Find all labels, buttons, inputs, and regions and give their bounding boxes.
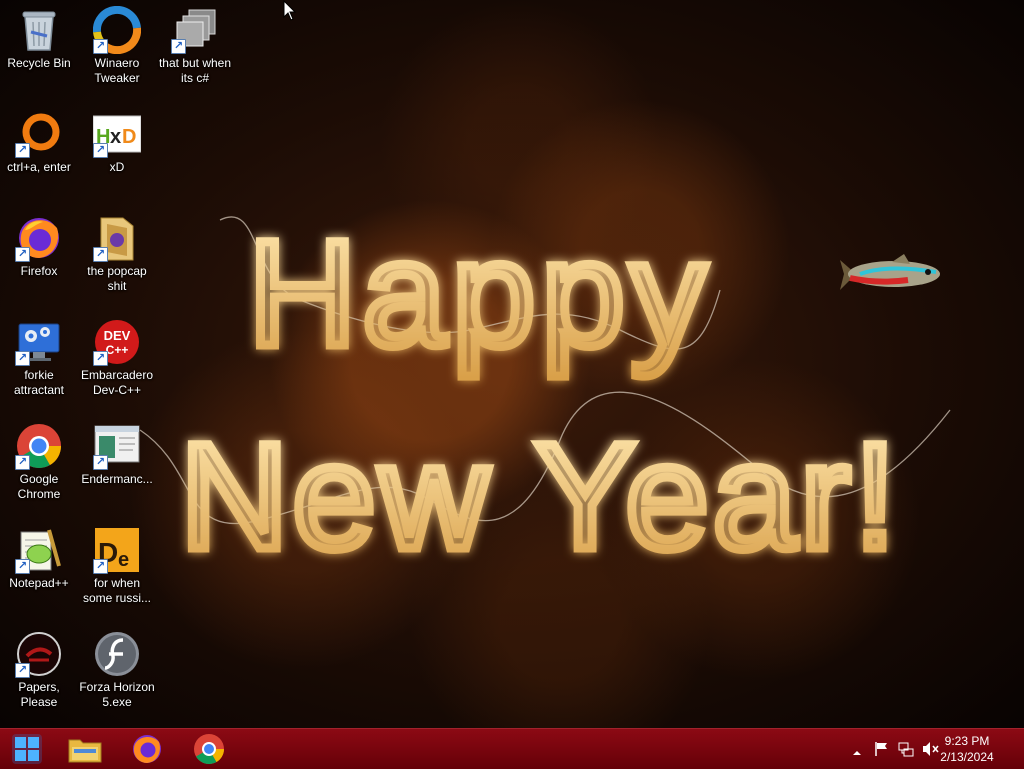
svg-text:DEV: DEV [104, 328, 131, 343]
shortcut-arrow-icon: ↗ [15, 351, 30, 366]
shortcut-arrow-icon: ↗ [15, 247, 30, 262]
svg-text:x: x [110, 126, 121, 148]
desktop-icon-label: forkie attractant [13, 368, 65, 397]
desktop-icon-label: Recycle Bin [7, 56, 71, 70]
network-icon[interactable] [898, 741, 914, 761]
svg-text:C++: C++ [106, 343, 129, 357]
taskbar-file-explorer[interactable] [58, 731, 112, 767]
hxd-icon: H x D ↗ [92, 110, 142, 158]
notepadpp-icon: ↗ [15, 526, 63, 574]
desktop-icon-google-chrome[interactable]: ↗ Google Chrome [0, 416, 78, 502]
stacked-windows-icon: ↗ [171, 6, 219, 54]
chrome-icon [194, 734, 224, 765]
clock-date: 2/13/2024 [940, 750, 994, 764]
desktop-icon-label: for when some russi... [82, 576, 151, 605]
desktop-icon-label: Notepad++ [9, 576, 69, 590]
desktop-icon-label: Forza Horizon 5.exe [79, 680, 155, 709]
desktop-icon-xd[interactable]: H x D ↗ xD [78, 104, 156, 175]
desktop-icon-label: the popcap shit [87, 264, 147, 293]
desktop-icon-ctrl-a-enter[interactable]: ↗ ctrl+a, enter [0, 104, 78, 175]
shortcut-arrow-icon: ↗ [15, 455, 30, 470]
desktop-icon-label: Endermanc... [81, 472, 153, 486]
de-icon: D e ↗ [93, 526, 141, 574]
desktop-icon-label: Winaero Tweaker [94, 56, 140, 85]
flash-icon [93, 630, 141, 678]
shortcut-arrow-icon: ↗ [15, 143, 30, 158]
desktop-icon-notepadpp[interactable]: ↗ Notepad++ [0, 520, 78, 591]
papers-please-icon: ↗ [15, 630, 63, 678]
desktop-icon-label: Firefox [20, 264, 58, 278]
desktop-icon-that-but-when-its-csharp[interactable]: ↗ that but when its c# [156, 0, 234, 86]
mouse-cursor-icon [283, 0, 297, 21]
shortcut-arrow-icon: ↗ [93, 351, 108, 366]
desktop-icon-firefox[interactable]: ↗ Firefox [0, 208, 78, 279]
desktop-icon-forza-horizon-5[interactable]: Forza Horizon 5.exe [78, 624, 156, 710]
desktop-icon-label: ctrl+a, enter [7, 160, 71, 174]
desktop[interactable]: Happy New Year! Recycle Bin ↗ ctrl+a, en… [0, 0, 1024, 728]
desktop-icon-label: Google Chrome [17, 472, 61, 501]
wallpaper-line1: Happy [248, 209, 712, 377]
window-app-icon: ↗ [93, 422, 141, 470]
shortcut-arrow-icon: ↗ [93, 247, 108, 262]
chrome-icon: ↗ [15, 422, 63, 470]
taskbar-clock[interactable]: 9:23 PM 2/13/2024 [932, 733, 1002, 765]
monitor-gear-icon: ↗ [15, 318, 63, 366]
shortcut-arrow-icon: ↗ [93, 455, 108, 470]
desktop-icon-label: Papers, Please [18, 680, 60, 709]
wallpaper-line2: New Year! [180, 412, 900, 580]
windows-logo-icon [12, 734, 42, 764]
taskbar-chrome[interactable] [182, 731, 236, 767]
desktop-icon-label: that but when its c# [158, 56, 232, 85]
desktop-icon-label: xD [109, 160, 125, 174]
desktop-icon-forkie-attractant[interactable]: ↗ forkie attractant [0, 312, 78, 398]
taskbar: 9:23 PM 2/13/2024 [0, 728, 1024, 769]
start-button[interactable] [0, 731, 54, 767]
action-center-flag-icon[interactable] [874, 741, 890, 761]
folder-icon: ↗ [93, 214, 141, 262]
desktop-icon-embarcadero-devcpp[interactable]: DEV C++ ↗ Embarcadero Dev-C++ [78, 312, 156, 398]
desktop-icon-winaero-tweaker[interactable]: ↗ Winaero Tweaker [78, 0, 156, 86]
shortcut-arrow-icon: ↗ [93, 39, 108, 54]
winaero-tweaker-icon: ↗ [92, 5, 142, 55]
desktop-icon-the-popcap-shit[interactable]: ↗ the popcap shit [78, 208, 156, 294]
shortcut-arrow-icon: ↗ [15, 663, 30, 678]
recycle-bin-icon [15, 6, 63, 54]
shortcut-arrow-icon: ↗ [15, 559, 30, 574]
desktop-icon-recycle-bin[interactable]: Recycle Bin [0, 0, 78, 71]
shortcut-arrow-icon: ↗ [93, 143, 108, 158]
fish-icon [840, 254, 940, 290]
taskbar-firefox[interactable] [120, 731, 174, 767]
shortcut-arrow-icon: ↗ [93, 559, 108, 574]
show-hidden-icons-chevron-up-icon[interactable] [852, 743, 862, 762]
desktop-icon-label: Embarcadero Dev-C++ [80, 368, 154, 397]
firefox-icon [133, 735, 161, 763]
folder-icon [68, 739, 102, 763]
firefox-icon: ↗ [15, 214, 63, 262]
svg-text:e: e [118, 549, 129, 571]
clock-time: 9:23 PM [944, 734, 990, 748]
shortcut-arrow-icon: ↗ [171, 39, 186, 54]
svg-text:D: D [122, 126, 136, 148]
desktop-icon-for-when-some-russi[interactable]: D e ↗ for when some russi... [78, 520, 156, 606]
desktop-icon-papers-please[interactable]: ↗ Papers, Please [0, 624, 78, 710]
desktop-icon-endermanch[interactable]: ↗ Endermanc... [78, 416, 156, 487]
devcpp-icon: DEV C++ ↗ [93, 318, 141, 366]
orange-ring-icon: ↗ [15, 110, 63, 158]
